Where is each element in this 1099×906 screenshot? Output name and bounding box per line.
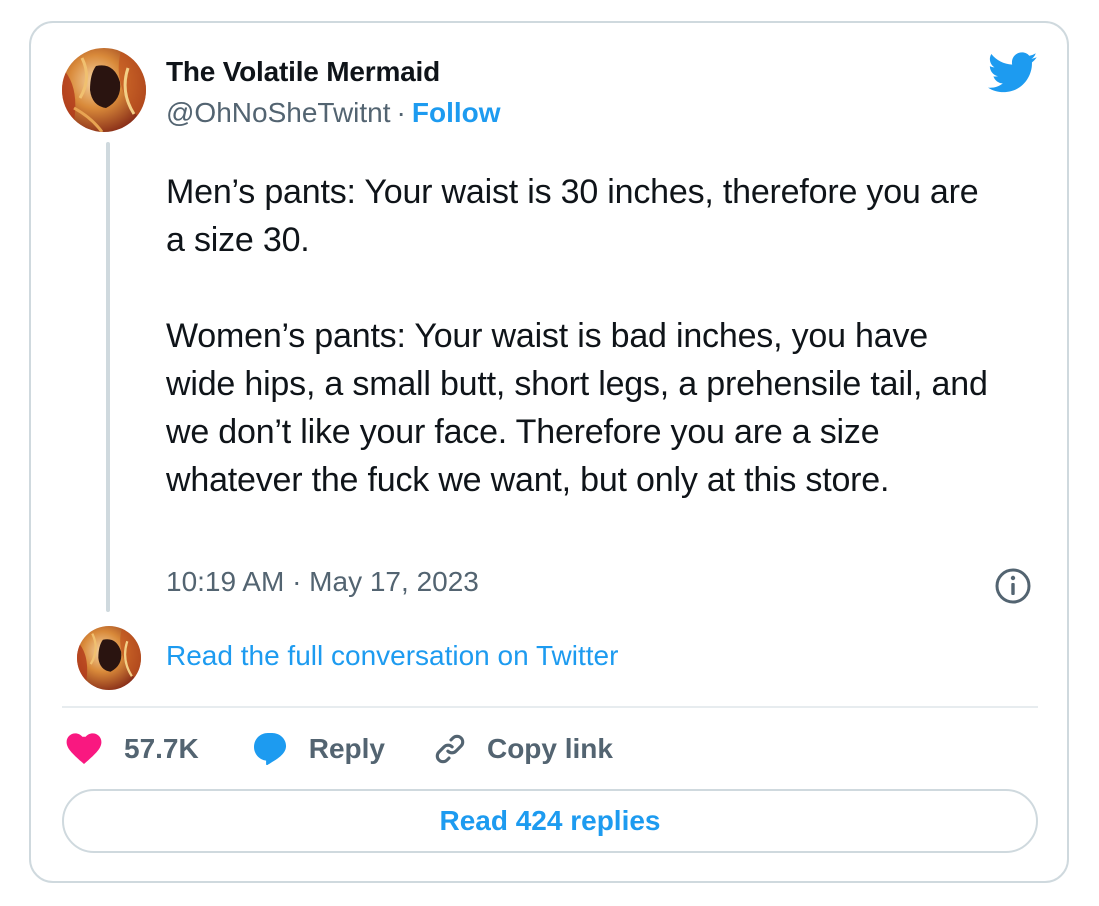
link-icon xyxy=(435,734,465,764)
like-button[interactable]: 57.7K xyxy=(66,733,199,765)
tweet-paragraph: Women’s pants: Your waist is bad inches,… xyxy=(166,317,988,499)
twitter-bird-icon[interactable] xyxy=(988,52,1038,94)
tweet-timestamp[interactable]: 10:19 AM · May 17, 2023 xyxy=(166,566,479,598)
author-handle-row: @OhNoSheTwitnt · Follow xyxy=(166,97,501,129)
info-icon[interactable] xyxy=(994,567,1032,605)
avatar-image xyxy=(62,48,146,132)
action-bar: 57.7K Reply Copy link xyxy=(66,726,613,772)
reply-avatar[interactable] xyxy=(77,626,141,690)
author-handle[interactable]: @OhNoSheTwitnt xyxy=(166,97,391,128)
like-count: 57.7K xyxy=(124,733,199,764)
handle-separator: · xyxy=(396,97,406,128)
thread-line xyxy=(106,142,110,612)
copy-link-label: Copy link xyxy=(486,733,613,764)
reply-button[interactable]: Reply xyxy=(253,733,385,765)
avatar-image xyxy=(77,626,141,690)
heart-icon xyxy=(66,733,102,764)
tweet-paragraph: Men’s pants: Your waist is 30 inches, th… xyxy=(166,173,979,259)
divider xyxy=(62,706,1038,708)
reply-label: Reply xyxy=(308,733,385,764)
read-conversation-link[interactable]: Read the full conversation on Twitter xyxy=(166,640,618,672)
copy-link-button[interactable]: Copy link xyxy=(433,732,613,766)
follow-link[interactable]: Follow xyxy=(412,97,501,128)
author-display-name[interactable]: The Volatile Mermaid xyxy=(166,56,440,88)
tweet-text: Men’s pants: Your waist is 30 inches, th… xyxy=(166,168,1006,504)
author-avatar[interactable] xyxy=(62,48,146,132)
speech-bubble-icon xyxy=(253,733,286,765)
read-replies-button[interactable]: Read 424 replies xyxy=(62,789,1038,853)
